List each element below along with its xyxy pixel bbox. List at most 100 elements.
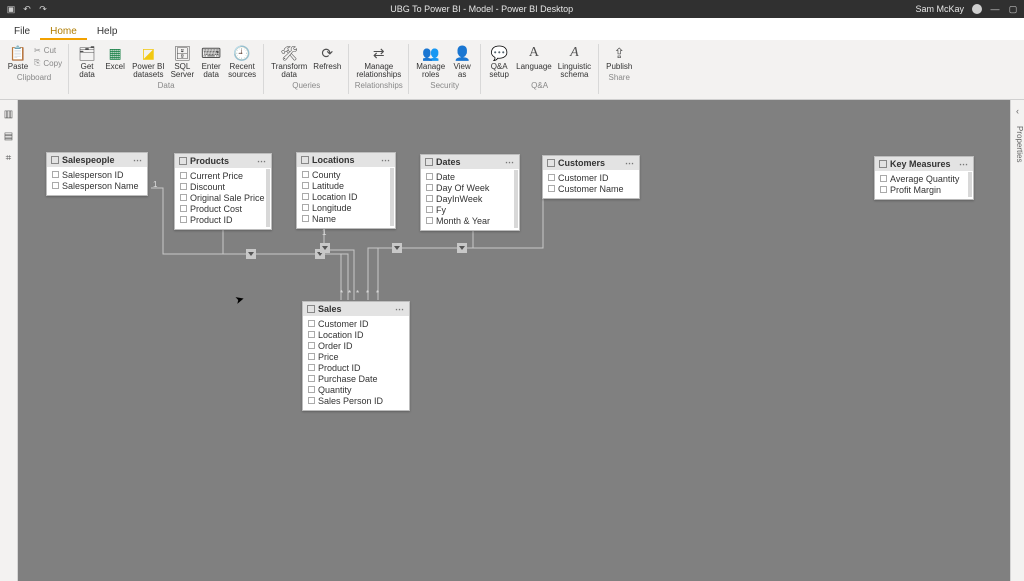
table-key-measures[interactable]: Key Measures⋯ Average Quantity Profit Ma… (874, 156, 974, 200)
field-row[interactable]: Day Of Week (421, 182, 519, 193)
field-row[interactable]: Purchase Date (303, 373, 409, 384)
table-menu-icon[interactable]: ⋯ (133, 155, 143, 166)
field-row[interactable]: Original Sale Price (175, 192, 271, 203)
restore-button[interactable]: ▢ (1008, 4, 1018, 15)
field-row[interactable]: Order ID (303, 340, 409, 351)
linguistic-schema-button[interactable]: ALinguistic schema (555, 42, 594, 81)
field-label: Fy (436, 205, 446, 215)
scrollbar[interactable] (266, 169, 270, 227)
enter-data-button[interactable]: ⌨Enter data (197, 42, 225, 81)
field-icon (308, 331, 315, 338)
field-row[interactable]: Fy (421, 204, 519, 215)
field-row[interactable]: Location ID (297, 191, 395, 202)
table-customers[interactable]: Customers⋯ Customer ID Customer Name (542, 155, 640, 199)
field-row[interactable]: Salesperson Name (47, 180, 147, 191)
linguistic-label: Linguistic schema (558, 63, 591, 79)
publish-button[interactable]: ⇪Publish (603, 42, 635, 73)
field-row[interactable]: Quantity (303, 384, 409, 395)
expand-properties-icon[interactable]: ‹ (1011, 106, 1024, 116)
field-row[interactable]: Date (421, 171, 519, 182)
menu-home[interactable]: Home (40, 22, 87, 40)
table-menu-icon[interactable]: ⋯ (625, 158, 635, 169)
table-salespeople[interactable]: Salespeople ⋯ Salesperson ID Salesperson … (46, 152, 148, 196)
table-menu-icon[interactable]: ⋯ (395, 304, 405, 315)
excel-label: Excel (105, 63, 125, 71)
field-icon (426, 195, 433, 202)
manage-roles-button[interactable]: 👥Manage roles (413, 42, 448, 81)
sql-server-button[interactable]: 🗄SQL Server (168, 42, 198, 81)
field-row[interactable]: Profit Margin (875, 184, 973, 195)
field-row[interactable]: County (297, 169, 395, 180)
sql-icon: 🗄 (173, 44, 191, 62)
table-products[interactable]: Products⋯ Current Price Discount Origina… (174, 153, 272, 230)
ribbon-group-relationships: ⇄Manage relationships Relationships (349, 40, 408, 99)
field-row[interactable]: Discount (175, 181, 271, 192)
scrollbar[interactable] (968, 172, 972, 197)
copy-button[interactable]: ⎘Copy (32, 57, 64, 69)
field-row[interactable]: Latitude (297, 180, 395, 191)
cut-button[interactable]: ✂Cut (32, 44, 64, 56)
language-button[interactable]: ALanguage (513, 42, 555, 73)
field-row[interactable]: Customer Name (543, 183, 639, 194)
field-row[interactable]: Sales Person ID (303, 395, 409, 406)
table-menu-icon[interactable]: ⋯ (257, 156, 267, 167)
enter-data-label: Enter data (202, 63, 221, 79)
refresh-button[interactable]: ⟳Refresh (310, 42, 344, 73)
field-row[interactable]: Product ID (303, 362, 409, 373)
qa-setup-button[interactable]: 💬Q&A setup (485, 42, 513, 81)
scrollbar[interactable] (514, 170, 518, 228)
field-icon (880, 186, 887, 193)
view-as-button[interactable]: 👤View as (448, 42, 476, 81)
table-dates[interactable]: Dates⋯ Date Day Of Week DayInWeek Fy Mon… (420, 154, 520, 231)
field-row[interactable]: Month & Year (421, 215, 519, 226)
get-data-button[interactable]: 🗂Get data (73, 42, 101, 81)
undo-icon[interactable]: ↶ (22, 4, 32, 14)
table-sales[interactable]: Sales⋯ Customer ID Location ID Order ID … (302, 301, 410, 411)
field-row[interactable]: Salesperson ID (47, 169, 147, 180)
properties-pane-collapsed[interactable]: ‹ Properties (1010, 100, 1024, 581)
field-row[interactable]: Average Quantity (875, 173, 973, 184)
field-row[interactable]: Customer ID (303, 318, 409, 329)
menu-file[interactable]: File (4, 22, 40, 40)
report-view-icon[interactable]: ▥ (3, 108, 15, 120)
excel-button[interactable]: ▦Excel (101, 42, 129, 73)
user-name[interactable]: Sam McKay (915, 4, 964, 14)
view-switcher: ▥ ▤ ⌗ (0, 100, 18, 581)
field-label: Name (312, 214, 336, 224)
table-icon (307, 305, 315, 313)
field-row[interactable]: DayInWeek (421, 193, 519, 204)
field-label: Customer ID (558, 173, 609, 183)
table-menu-icon[interactable]: ⋯ (505, 157, 515, 168)
field-icon (180, 183, 187, 190)
avatar-icon[interactable] (972, 4, 982, 14)
model-canvas[interactable]: 1 1 1 * * * * * Salespeople⋯ Salesperson… (18, 100, 1010, 581)
scrollbar[interactable] (390, 168, 394, 226)
field-row[interactable]: Current Price (175, 170, 271, 181)
field-row[interactable]: Name (297, 213, 395, 224)
field-row[interactable]: Longitude (297, 202, 395, 213)
menu-bar: File Home Help (0, 18, 1024, 40)
field-row[interactable]: Product Cost (175, 203, 271, 214)
table-menu-icon[interactable]: ⋯ (381, 155, 391, 166)
table-menu-icon[interactable]: ⋯ (959, 159, 969, 170)
field-icon (308, 364, 315, 371)
model-view-icon[interactable]: ⌗ (3, 152, 15, 164)
save-icon[interactable]: ▣ (6, 4, 16, 14)
recent-sources-button[interactable]: 🕘Recent sources (225, 42, 259, 81)
transform-data-button[interactable]: 🛠Transform data (268, 42, 310, 81)
field-row[interactable]: Location ID (303, 329, 409, 340)
menu-help[interactable]: Help (87, 22, 128, 40)
field-row[interactable]: Price (303, 351, 409, 362)
minimize-button[interactable]: — (990, 4, 1000, 14)
table-title: Salespeople (62, 155, 115, 165)
field-row[interactable]: Product ID (175, 214, 271, 225)
redo-icon[interactable]: ↷ (38, 4, 48, 14)
paste-button[interactable]: 📋 Paste (4, 42, 32, 73)
data-view-icon[interactable]: ▤ (3, 130, 15, 142)
manage-relationships-button[interactable]: ⇄Manage relationships (353, 42, 404, 81)
table-locations[interactable]: Locations⋯ County Latitude Location ID L… (296, 152, 396, 229)
field-row[interactable]: Customer ID (543, 172, 639, 183)
sql-label: SQL Server (171, 63, 195, 79)
pbi-datasets-button[interactable]: ◪Power BI datasets (129, 42, 167, 81)
cardinality-many: * (348, 289, 351, 298)
